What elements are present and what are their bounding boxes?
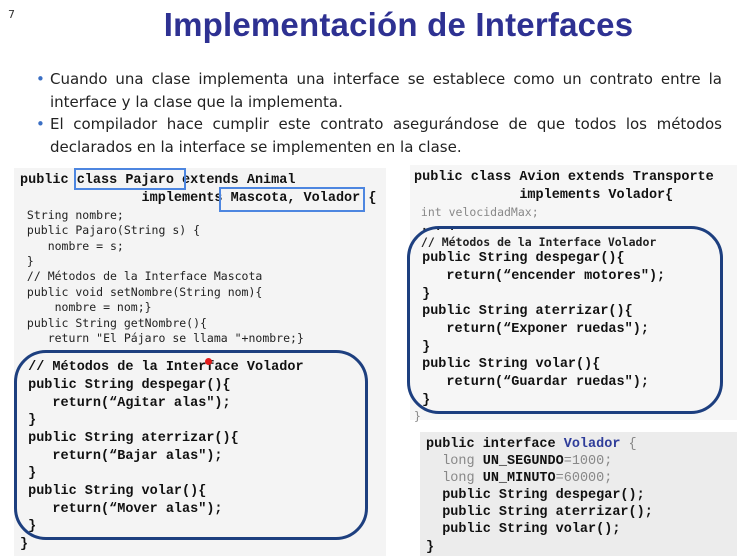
bullet-icon: • [36,70,45,88]
bullet-item: • Cuando una clase implementa una interfa… [36,68,722,113]
code-segment: implements Volador{ [414,188,674,203]
code-segment: // Métodos de la Interface Mascota [20,269,263,283]
code-segment: public class Avion extends Transporte [414,170,714,185]
code-segment: { [620,437,637,452]
code-segment: public String volar(); [426,522,621,537]
code-line: String nombre; [20,208,124,222]
code-segment: UN_SEGUNDO [482,454,564,469]
code-segment: } [414,409,421,423]
code-line: public void setNombre(String nom){ [20,285,262,299]
avion-volador-methods-outline [407,226,723,414]
code-line: public Pajaro(String s) { [20,223,200,237]
code-segment: long [426,454,483,469]
code-line: } [414,409,421,423]
bullet-icon: • [36,115,45,133]
code-segment: =60000; [555,471,613,486]
code-segment: nombre = s; [20,239,124,253]
code-segment: } [426,540,435,555]
code-line: public class Avion extends Transporte [414,170,714,185]
code-line: nombre = s; [20,239,124,253]
code-line: long UN_MINUTO=60000; [426,471,612,486]
mascota-volador-highlight [219,187,365,212]
code-segment: public void setNombre(String nom){ [20,285,263,299]
code-segment: public Pajaro(String s) { [20,223,201,237]
code-line: nombre = nom;} [20,300,152,314]
pointer-dot [205,358,212,365]
pajaro-volador-methods-outline [14,350,368,540]
code-line: long UN_SEGUNDO=1000; [426,454,612,469]
code-segment: public String despegar(); [426,488,645,503]
code-line: public String volar(); [426,522,620,537]
code-line: } [426,540,434,555]
code-segment: long [426,471,483,486]
code-segment: int velocidadMax; [414,205,539,219]
code-segment: } [20,537,29,552]
code-line: } [20,254,34,268]
bullet-item: • El compilador hace cumplir este contrat… [36,113,722,158]
code-segment: UN_MINUTO [482,471,556,486]
code-line: // Métodos de la Interface Mascota [20,269,262,283]
code-line: public String aterrizar(); [426,505,653,520]
code-segment: =1000; [563,454,613,469]
code-line: public String despegar(); [426,488,645,503]
bullet-text: El compilador hace cumplir este contrato… [50,115,722,156]
bullet-list: • Cuando una clase implementa una interfa… [36,68,722,158]
slide-title: Implementación de Interfaces [163,6,634,43]
class-pajaro-highlight [74,168,186,190]
code-segment: return "El Pájaro se llama "+nombre;} [20,331,304,345]
code-line: implements Volador{ [414,188,673,203]
code-line: public interface Volador { [426,437,637,452]
code-segment: Volador [563,437,621,452]
code-segment: } [20,254,34,268]
code-line: return "El Pájaro se llama "+nombre;} [20,331,304,345]
code-segment: public String getNombre(){ [20,316,207,330]
code-line: int velocidadMax; [414,205,539,219]
code-segment: public String aterrizar(); [426,505,653,520]
bullet-text: Cuando una clase implementa una interfac… [50,70,722,111]
code-segment: String nombre; [20,208,124,222]
code-segment: nombre = nom;} [20,300,152,314]
code-line: } [20,537,28,552]
code-line: public String getNombre(){ [20,316,207,330]
code-segment: public interface [426,437,564,452]
